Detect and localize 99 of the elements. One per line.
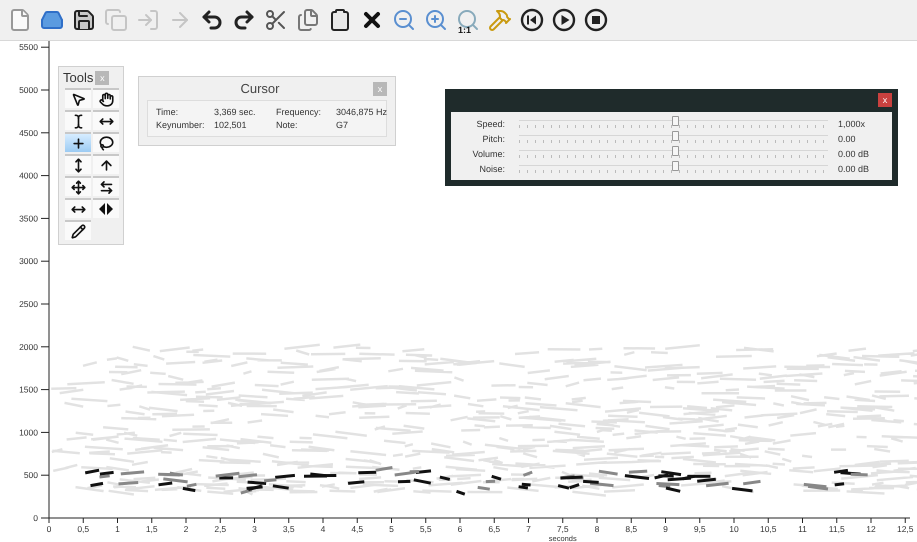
axis-label: 500 (24, 470, 38, 480)
axis-label: 4,5 (351, 524, 364, 534)
lasso-icon (98, 136, 114, 150)
axis-label: 7,5 (556, 524, 569, 534)
zoom-out-icon (392, 8, 416, 32)
tool-button[interactable] (65, 198, 91, 218)
tool-button[interactable] (65, 176, 91, 196)
tool-button[interactable] (93, 154, 119, 174)
axis-label: 8,5 (625, 524, 638, 534)
tool-button[interactable] (65, 132, 91, 152)
axis-label: 12 (866, 524, 876, 534)
panel-title: Cursor (239, 81, 280, 96)
move-icon (70, 180, 86, 194)
axis-label: 7 (526, 524, 531, 534)
axis-label: 0,5 (77, 524, 90, 534)
slider-thumb[interactable] (672, 131, 678, 141)
cut-icon (264, 8, 288, 32)
import-icon (136, 8, 160, 32)
slider-label: Speed: (475, 118, 505, 128)
axis-label: 10 (729, 524, 739, 534)
crosshair-icon (70, 136, 86, 150)
axis-label: 2,5 (214, 524, 226, 534)
axis-label: 5500 (19, 42, 38, 52)
axis-label: 1,5 (146, 524, 158, 534)
panel-title: Tools (63, 70, 94, 85)
slider-thumb[interactable] (672, 116, 678, 126)
hammer-icon (488, 8, 512, 32)
axis-label: 3500 (19, 213, 38, 224)
axis-label: 5000 (19, 85, 38, 95)
magnifier-button[interactable]: 1:1 (454, 5, 482, 35)
pencil-icon (70, 224, 86, 238)
slider-value: 0.00 (838, 134, 857, 144)
split-arrows-icon (98, 202, 114, 216)
skip-back-icon (520, 8, 544, 32)
pages-icon (296, 8, 320, 32)
axis-label: 11,5 (828, 524, 845, 534)
tool-button[interactable] (65, 110, 91, 130)
play-icon (552, 8, 576, 32)
slider-thumb[interactable] (672, 146, 678, 156)
zoom-in-icon (424, 8, 448, 32)
axis-label: 4 (320, 524, 326, 534)
axis-label: 8 (594, 524, 600, 534)
tool-button[interactable] (93, 88, 119, 108)
axis-label: 2500 (19, 299, 38, 309)
copy-icon (104, 8, 128, 32)
redo-icon (232, 8, 256, 32)
axis-label: 11 (798, 524, 807, 534)
save-icon (72, 8, 96, 32)
axis-label: 9,5 (694, 524, 706, 534)
axis-label: 2 (184, 524, 188, 534)
axis-label: 4500 (19, 128, 38, 138)
axis-label: 3 (252, 524, 257, 534)
tool-button[interactable] (65, 154, 91, 174)
close-button[interactable]: x (878, 93, 892, 107)
field-value: 102,501 (214, 120, 248, 130)
new-file-icon (8, 8, 32, 32)
axis-label: 6 (458, 524, 462, 534)
axis-label: 5 (389, 524, 394, 534)
field-value: G7 (336, 120, 350, 130)
axis-label: 10,5 (760, 524, 777, 534)
undo-icon (200, 8, 224, 32)
field-label: Frequency: (276, 107, 322, 117)
axis-label: 6,5 (488, 524, 500, 534)
slider-value: 0.00 dB (838, 164, 870, 174)
tool-button[interactable] (93, 198, 119, 218)
clipboard-icon (328, 8, 352, 32)
pointer-icon (70, 92, 86, 106)
slider-thumb[interactable] (672, 161, 678, 171)
tool-button[interactable] (93, 132, 119, 152)
axis-label: 1000 (19, 427, 38, 438)
hand-icon (98, 92, 114, 106)
tray-icon (40, 8, 64, 32)
tool-button[interactable] (93, 176, 119, 196)
slider-value: 0.00 dB (838, 148, 870, 158)
tool-button[interactable] (65, 220, 91, 240)
slider-label: Noise: (478, 164, 505, 174)
axis-label: 3000 (19, 256, 38, 266)
axis-label: 1 (115, 524, 120, 534)
slider-label: Pitch: (481, 134, 505, 144)
slider-label: Volume: (471, 148, 505, 158)
axis-label: 4000 (19, 170, 38, 181)
axis-label: 9 (663, 524, 668, 534)
axis-label: 1500 (19, 384, 38, 395)
field-label: Note: (276, 120, 299, 130)
tool-button[interactable] (93, 110, 119, 130)
field-value: 3046,875 Hz (336, 107, 388, 117)
field-value: 3,369 sec. (214, 107, 257, 117)
magnifier-icon (456, 8, 480, 32)
tool-button[interactable] (65, 88, 91, 108)
field-label: Keynumber: (156, 120, 206, 130)
axis-label: 0 (46, 524, 52, 534)
axis-label: 0 (33, 513, 38, 523)
field-label: Time: (156, 107, 180, 117)
slider-value: 1,000x (838, 118, 866, 128)
axis-label: 12,5 (896, 524, 914, 534)
axis-label: 5,5 (420, 524, 432, 534)
axis-label: 3,5 (282, 524, 295, 534)
stop-icon (584, 8, 608, 32)
axis-label: 2000 (19, 342, 38, 352)
